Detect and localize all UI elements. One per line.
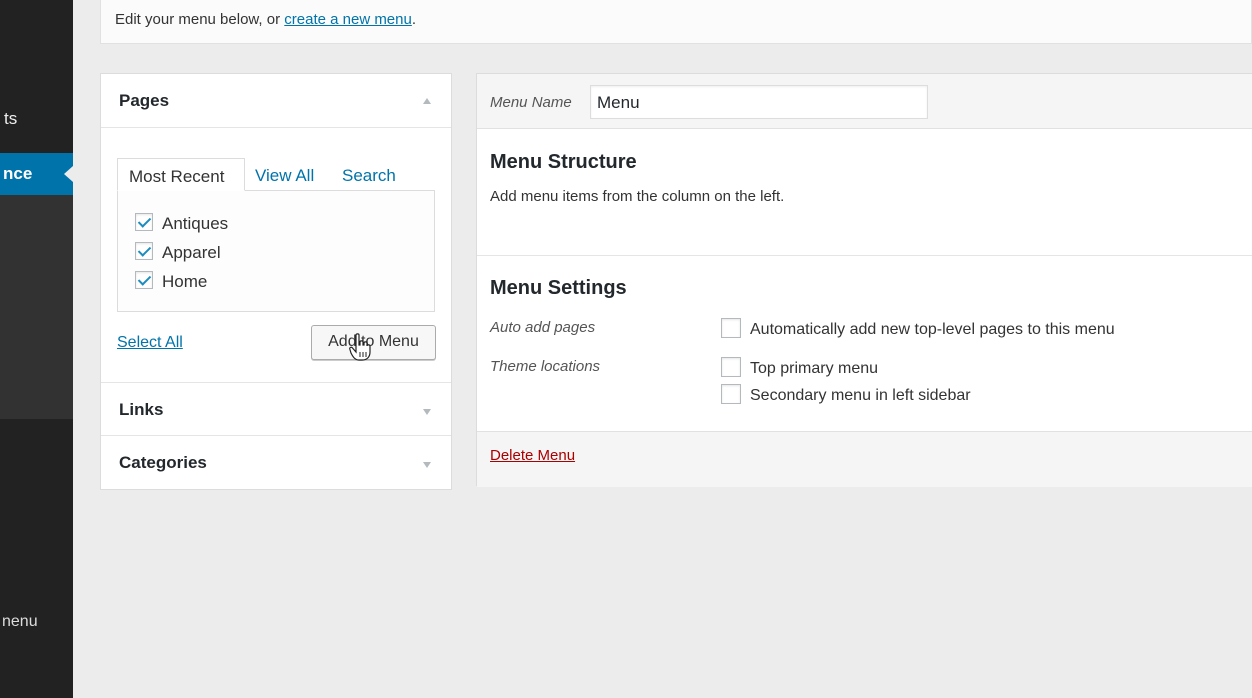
notice-suffix: .: [411, 11, 417, 28]
checkbox-checked-icon[interactable]: [135, 213, 153, 231]
accordion-section-links[interactable]: Links: [101, 383, 451, 436]
delete-menu-link[interactable]: Delete Menu: [490, 447, 575, 464]
accordion-section-pages[interactable]: Pages: [101, 74, 451, 128]
expand-arrow-icon[interactable]: [423, 409, 431, 415]
menu-footer: Delete Menu: [477, 431, 1252, 487]
accordion-title-links: Links: [119, 400, 164, 419]
checkbox-unchecked-icon[interactable]: [721, 357, 741, 377]
checkbox-checked-icon[interactable]: [135, 271, 153, 289]
page-checkbox-row[interactable]: Apparel: [135, 242, 221, 263]
pages-panel: Most Recent View All Search Antiques App…: [101, 128, 451, 383]
tab-search[interactable]: Search: [342, 158, 396, 191]
menu-settings-title: Menu Settings: [490, 277, 627, 299]
menu-structure-title: Menu Structure: [490, 151, 637, 173]
auto-add-pages-label: Auto add pages: [490, 319, 596, 336]
select-all-link[interactable]: Select All: [117, 334, 183, 352]
theme-locations-label: Theme locations: [490, 358, 601, 375]
add-to-menu-button[interactable]: Add to Menu: [311, 325, 436, 360]
location-top-primary-option[interactable]: Top primary menu: [721, 357, 878, 378]
admin-sidebar: ts nce nenu: [0, 0, 73, 698]
edit-menu-notice: Edit your menu below, or create a new me…: [100, 0, 1252, 44]
accordion-title-pages: Pages: [119, 91, 170, 110]
menu-structure-description: Add menu items from the column on the le…: [490, 188, 785, 205]
notice-text: Edit your menu below, or: [115, 11, 285, 28]
menu-name-label: Menu Name: [490, 94, 572, 111]
menu-header: Menu Name Menu: [477, 74, 1252, 129]
sidebar-item-appearance[interactable]: nce: [0, 153, 73, 195]
pages-checklist: Antiques Apparel Home: [117, 190, 435, 312]
page-label: Home: [162, 272, 208, 291]
tab-view-all[interactable]: View All: [255, 158, 314, 191]
option-label: Top primary menu: [750, 360, 879, 377]
checkbox-checked-icon[interactable]: [135, 242, 153, 260]
expand-arrow-icon[interactable]: [423, 462, 431, 468]
page-checkbox-row[interactable]: Home: [135, 271, 207, 292]
section-divider: [477, 255, 1252, 256]
option-label: Secondary menu in left sidebar: [750, 387, 971, 404]
tab-most-recent[interactable]: Most Recent: [117, 158, 245, 191]
page-checkbox-row[interactable]: Antiques: [135, 213, 228, 234]
add-menu-items-accordion: Pages Most Recent View All Search Antiqu…: [100, 73, 452, 490]
auto-add-pages-option[interactable]: Automatically add new top-level pages to…: [721, 318, 1115, 339]
create-new-menu-link[interactable]: create a new menu: [284, 11, 412, 28]
hand-cursor-icon: [349, 333, 371, 361]
sidebar-submenu: [0, 195, 73, 419]
option-label: Automatically add new top-level pages to…: [750, 321, 1115, 338]
accordion-section-categories[interactable]: Categories: [101, 436, 451, 489]
page-label: Antiques: [162, 214, 229, 233]
sidebar-collapse-menu[interactable]: nenu: [2, 613, 38, 631]
location-secondary-option[interactable]: Secondary menu in left sidebar: [721, 384, 971, 405]
checkbox-unchecked-icon[interactable]: [721, 384, 741, 404]
accordion-title-categories: Categories: [119, 453, 207, 472]
collapse-arrow-icon[interactable]: [423, 98, 431, 104]
sidebar-item-posts[interactable]: ts: [4, 109, 17, 129]
menu-name-input[interactable]: Menu: [590, 85, 928, 119]
sidebar-item-label: nce: [3, 164, 33, 183]
page-label: Apparel: [162, 243, 221, 262]
checkbox-unchecked-icon[interactable]: [721, 318, 741, 338]
menu-edit-panel: Menu Name Menu Menu Structure Add menu i…: [476, 73, 1252, 487]
